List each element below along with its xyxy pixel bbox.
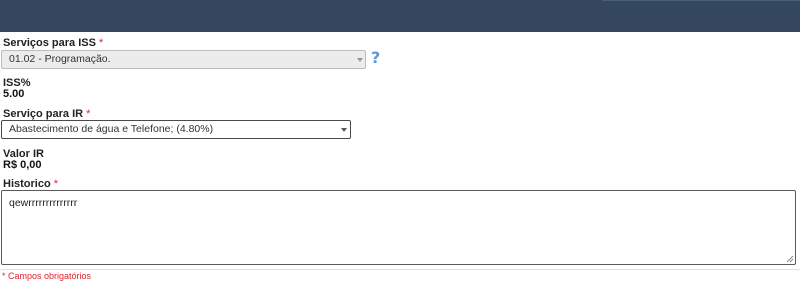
- servico-ir-selected: Abastecimento de água e Telefone; (4.80%…: [9, 123, 214, 135]
- servicos-iss-label: Serviços para ISS *: [3, 37, 103, 49]
- resize-grip-icon[interactable]: [786, 255, 794, 263]
- required-mark: *: [53, 178, 59, 190]
- required-note-text: Campos obrigatórios: [5, 271, 92, 281]
- iss-value: 5.00: [3, 88, 25, 100]
- historico-label: Historico *: [3, 178, 58, 190]
- historico-label-text: Historico: [3, 178, 51, 190]
- historico-textarea[interactable]: qewrrrrrrrrrrrrrr: [1, 190, 796, 265]
- valor-ir-value: R$ 0,00: [3, 159, 42, 171]
- chevron-down-icon: [341, 128, 347, 132]
- required-fields-note: * Campos obrigatórios: [2, 271, 91, 281]
- servico-ir-label: Serviço para IR *: [3, 108, 90, 120]
- historico-text: qewrrrrrrrrrrrrrr: [9, 197, 78, 209]
- required-mark: *: [86, 108, 91, 120]
- servicos-iss-select[interactable]: 01.02 - Programação.: [1, 50, 366, 69]
- servico-ir-select[interactable]: Abastecimento de água e Telefone; (4.80%…: [1, 120, 351, 139]
- divider: [0, 269, 800, 270]
- servicos-iss-selected: 01.02 - Programação.: [9, 53, 111, 65]
- header-bar: [0, 0, 800, 32]
- chevron-down-icon: [357, 58, 363, 62]
- required-mark: *: [99, 37, 104, 49]
- servicos-iss-label-text: Serviços para ISS: [3, 37, 96, 49]
- servico-ir-label-text: Serviço para IR: [3, 108, 84, 120]
- help-icon[interactable]: ?: [371, 48, 380, 67]
- header-highlight: [602, 0, 800, 1]
